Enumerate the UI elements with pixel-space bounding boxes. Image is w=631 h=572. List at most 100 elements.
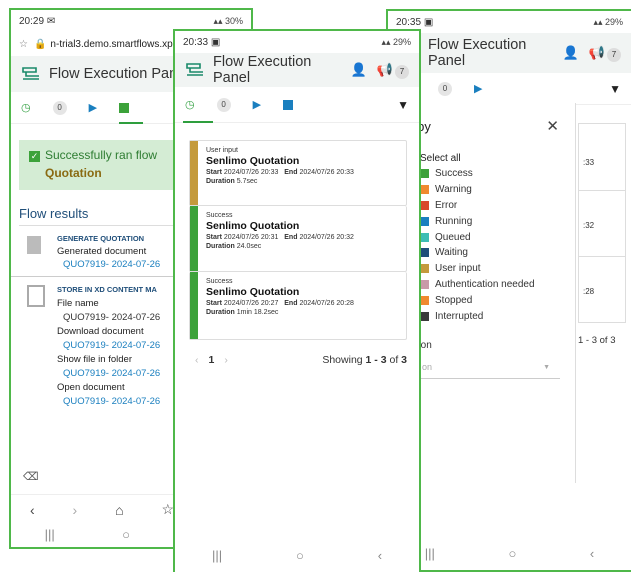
eraser-icon[interactable]: ⌫ xyxy=(23,470,39,483)
flow-duration: Duration 24.0sec xyxy=(206,243,262,250)
tab-history[interactable]: ◷ xyxy=(21,101,31,114)
bg-card: :28 xyxy=(578,257,626,323)
url-text[interactable]: n-trial3.demo.smartflows.xp xyxy=(50,39,172,50)
status-time: 20:33 xyxy=(183,36,209,48)
tab-queued[interactable]: 0 xyxy=(438,81,452,96)
recents-icon[interactable]: ||| xyxy=(45,527,55,542)
flow-name: Senlimo Quotation xyxy=(206,155,300,167)
filter-icon[interactable]: ▼ xyxy=(609,82,621,96)
tab-running[interactable]: ▶ xyxy=(89,101,97,114)
showing-text: Showing 1 - 3 of 3 xyxy=(322,354,407,366)
tab-history[interactable]: ◷ xyxy=(185,98,195,111)
user-icon[interactable]: 👤 xyxy=(563,45,579,61)
background-list: :33 :32 :28 1 - 3 of 3 xyxy=(578,123,626,346)
star-icon[interactable]: ☆ xyxy=(19,39,28,50)
megaphone-icon[interactable]: 📢 7 xyxy=(589,45,621,62)
flow-status: User input xyxy=(206,147,238,154)
battery-text: 29% xyxy=(604,16,623,27)
flow-times: Start 2024/07/26 20:33 End 2024/07/26 20… xyxy=(206,169,354,176)
result-heading: STORE IN XD CONTENT MA xyxy=(57,285,157,294)
forward-icon[interactable]: › xyxy=(73,502,78,518)
tab-bar: ◷ 0 ▶ ▼ xyxy=(175,87,419,123)
started-on-select[interactable]: rted on ▼ xyxy=(404,357,560,379)
signal-icon: ▴▴ xyxy=(593,16,605,27)
mail-icon: ✉ xyxy=(46,15,56,27)
panel-title: Flow Execution Panel xyxy=(428,37,527,69)
filter-title: er by xyxy=(402,118,431,134)
tab-queued[interactable]: 0 xyxy=(52,100,67,115)
page-number[interactable]: 1 xyxy=(209,354,215,366)
status-color-bar xyxy=(190,141,198,205)
flow-duration: Duration 1min 18.2sec xyxy=(206,309,279,316)
status-color-swatch xyxy=(420,169,429,179)
status-option-running[interactable]: Running xyxy=(420,213,575,229)
status-option-warning[interactable]: Warning xyxy=(420,182,575,198)
home-button-icon[interactable]: ○ xyxy=(122,527,130,542)
queued-count-badge: 0 xyxy=(52,100,67,115)
result-label: File name xyxy=(57,298,99,309)
flow-status: Success xyxy=(206,212,233,219)
status-color-swatch xyxy=(420,248,429,258)
status-color-swatch xyxy=(420,311,429,321)
user-icon[interactable]: 👤 xyxy=(351,62,367,78)
flow-card[interactable]: Success Senlimo Quotation Start 2024/07/… xyxy=(189,206,407,272)
flow-card[interactable]: Success Senlimo Quotation Start 2024/07/… xyxy=(189,272,407,340)
system-nav-bar: ||| ○ ‹ xyxy=(175,542,419,568)
status-option-error[interactable]: Error xyxy=(420,198,575,214)
document-icon xyxy=(27,236,41,254)
close-icon[interactable]: ✕ xyxy=(546,117,559,135)
play-icon: ▶ xyxy=(474,83,483,95)
tab-queued[interactable]: 0 xyxy=(216,97,231,112)
status-color-bar xyxy=(190,272,198,339)
next-page-button[interactable]: › xyxy=(224,354,228,366)
status-color-swatch xyxy=(420,200,429,210)
megaphone-icon[interactable]: 📢 7 xyxy=(377,62,409,79)
status-color-swatch xyxy=(420,185,429,195)
status-option-authentication-needed[interactable]: Authentication needed xyxy=(420,277,575,293)
flow-name: Senlimo Quotation xyxy=(206,286,300,298)
flow-status: Success xyxy=(206,278,233,285)
battery-text: 29% xyxy=(392,36,411,47)
status-option-stopped[interactable]: Stopped xyxy=(420,292,575,308)
result-link[interactable]: QUO7919- 2024-07-26 xyxy=(63,259,160,270)
status-option-user-input[interactable]: User input xyxy=(420,261,575,277)
status-option-success[interactable]: Success xyxy=(420,166,575,182)
result-value: QUO7919- 2024-07-26 xyxy=(63,312,161,323)
back-icon[interactable]: ‹ xyxy=(30,502,35,518)
recents-icon[interactable]: ||| xyxy=(425,546,435,561)
status-option-queued[interactable]: Queued xyxy=(420,229,575,245)
filter-icon[interactable]: ▼ xyxy=(397,98,409,112)
home-icon[interactable]: ⌂ xyxy=(115,502,123,518)
status-bar: 20:33 ▣ ▴▴ 29% xyxy=(175,31,419,53)
stop-icon xyxy=(119,102,130,113)
panel-title: Flow Execution Panel xyxy=(213,54,312,86)
started-on-label: ted on xyxy=(404,339,432,351)
result-link[interactable]: QUO7919- 2024-07-26 xyxy=(63,395,160,409)
status-option-interrupted[interactable]: Interrupted xyxy=(420,308,575,324)
queued-count-badge: 0 xyxy=(216,97,231,112)
recents-icon[interactable]: ||| xyxy=(212,548,222,563)
select-all-checkbox[interactable]: Select all xyxy=(420,153,575,164)
home-button-icon[interactable]: ○ xyxy=(508,546,516,561)
status-legend: Success Warning Error Running Queued Wai… xyxy=(420,166,575,324)
result-link[interactable]: QUO7919- 2024-07-26 xyxy=(63,367,160,381)
lock-icon: 🔒 xyxy=(33,38,47,50)
result-link[interactable]: QUO7919- 2024-07-26 xyxy=(63,339,160,353)
status-time: 20:35 xyxy=(396,16,422,28)
tab-running[interactable]: ▶ xyxy=(253,98,261,111)
flow-card[interactable]: User input Senlimo Quotation Start 2024/… xyxy=(189,140,407,206)
home-button-icon[interactable]: ○ xyxy=(296,548,304,563)
prev-page-button[interactable]: ‹ xyxy=(195,354,199,366)
tab-stopped[interactable] xyxy=(283,99,294,110)
status-option-waiting[interactable]: Waiting xyxy=(420,245,575,261)
tab-bar: 0 ▶ ▼ xyxy=(388,73,631,105)
flow-duration: Duration 5.7sec xyxy=(206,178,258,185)
stop-icon xyxy=(283,99,294,110)
bg-card: :33 xyxy=(578,123,626,191)
tab-running[interactable]: ▶ xyxy=(474,82,482,95)
play-icon: ▶ xyxy=(252,99,262,111)
tab-underline xyxy=(119,122,143,124)
back-button-icon[interactable]: ‹ xyxy=(590,546,594,561)
tab-finished[interactable] xyxy=(119,102,130,113)
back-button-icon[interactable]: ‹ xyxy=(378,548,382,563)
